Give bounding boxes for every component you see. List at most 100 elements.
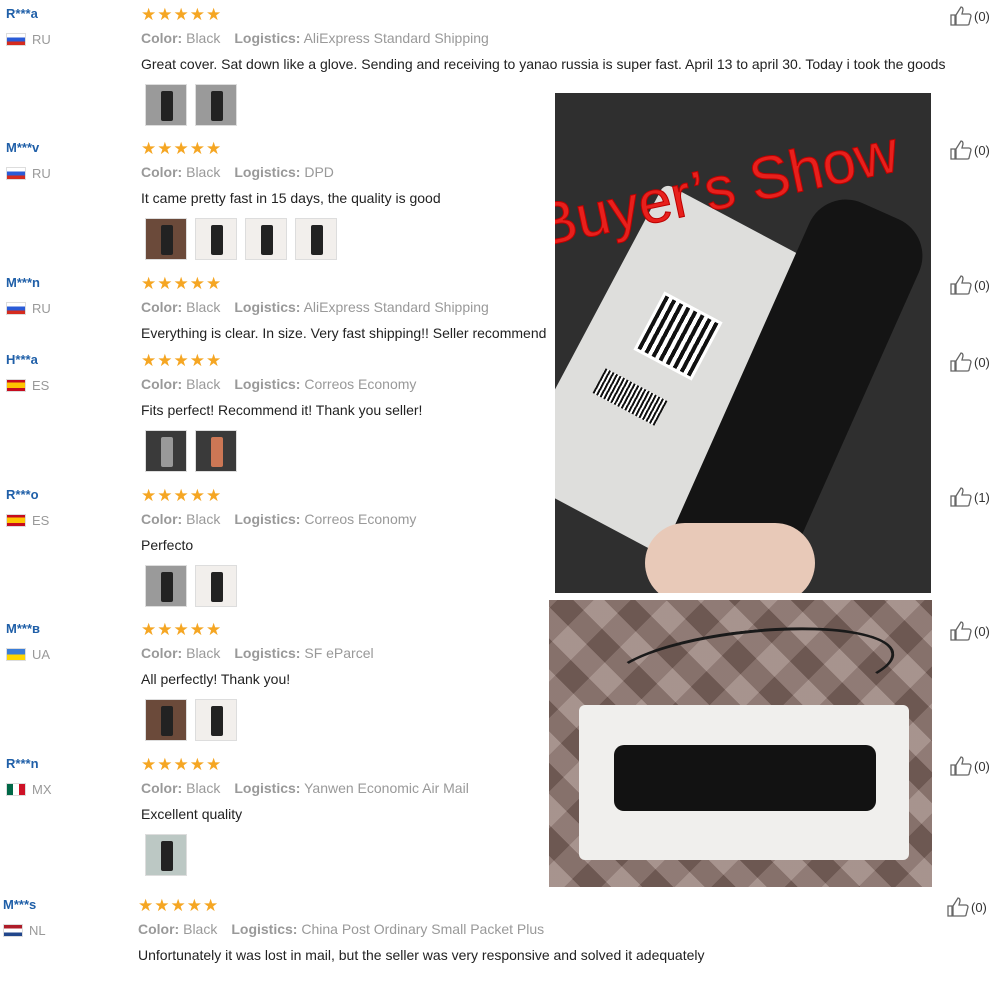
- reviewer-country: MX: [6, 782, 52, 797]
- rating-stars: ★★★★★: [141, 620, 223, 639]
- hand: [645, 523, 815, 593]
- rating-stars: ★★★★★: [141, 486, 223, 505]
- rating-stars: ★★★★★: [141, 755, 223, 774]
- review-meta: Color: Black Logistics: SF eParcel: [141, 645, 374, 661]
- review-photos: [145, 84, 237, 126]
- review-photos: [145, 565, 237, 607]
- review-photos: [145, 699, 237, 741]
- review-text: Fits perfect! Recommend it! Thank you se…: [141, 402, 423, 418]
- thumbs-up-icon: [950, 275, 972, 295]
- reviewer-name[interactable]: R***n: [6, 756, 39, 771]
- flag-mx-icon: [6, 783, 26, 796]
- review-photo-thumb[interactable]: [295, 218, 337, 260]
- review-meta: Color: Black Logistics: AliExpress Standa…: [141, 30, 489, 46]
- review-text: Everything is clear. In size. Very fast …: [141, 325, 547, 341]
- country-code: RU: [32, 301, 51, 316]
- helpful-button[interactable]: (0): [947, 897, 987, 917]
- helpful-button[interactable]: (0): [950, 621, 990, 641]
- thumbs-up-icon: [950, 352, 972, 372]
- reviewer-name[interactable]: R***o: [6, 487, 39, 502]
- review-meta: Color: Black Logistics: DPD: [141, 164, 334, 180]
- reviewer-country: RU: [6, 32, 51, 47]
- remote-cover: [614, 745, 876, 811]
- helpful-button[interactable]: (0): [950, 6, 990, 26]
- review-text: It came pretty fast in 15 days, the qual…: [141, 190, 441, 206]
- rating-stars: ★★★★★: [141, 5, 223, 24]
- helpful-button[interactable]: (0): [950, 140, 990, 160]
- country-code: ES: [32, 513, 50, 528]
- review-text: Perfecto: [141, 537, 194, 553]
- like-count: (0): [974, 758, 990, 774]
- review-meta: Color: Black Logistics: China Post Ordina…: [138, 921, 545, 937]
- review-photo-thumb[interactable]: [195, 430, 237, 472]
- flag-ru-icon: [6, 167, 26, 180]
- reviewer-country: UA: [6, 647, 50, 662]
- flag-es-icon: [6, 514, 26, 527]
- helpful-button[interactable]: (0): [950, 352, 990, 372]
- like-count: (0): [974, 142, 990, 158]
- reviewer-country: ES: [6, 513, 49, 528]
- review-photo-thumb[interactable]: [195, 699, 237, 741]
- like-count: (1): [974, 489, 990, 505]
- helpful-button[interactable]: (0): [950, 756, 990, 776]
- like-count: (0): [974, 623, 990, 639]
- reviewer-country: RU: [6, 166, 51, 181]
- thumbs-up-icon: [950, 487, 972, 507]
- reviewer-name[interactable]: M***в: [6, 621, 40, 636]
- thumbs-up-icon: [950, 756, 972, 776]
- thumbs-up-icon: [950, 140, 972, 160]
- reviewer-country: RU: [6, 301, 51, 316]
- reviewer-name[interactable]: R***a: [6, 6, 38, 21]
- like-count: (0): [974, 8, 990, 24]
- like-count: (0): [974, 354, 990, 370]
- flag-ru-icon: [6, 33, 26, 46]
- rating-stars: ★★★★★: [141, 351, 223, 370]
- review-photo-thumb[interactable]: [245, 218, 287, 260]
- flag-ua-icon: [6, 648, 26, 661]
- reviewer-name[interactable]: M***n: [6, 275, 40, 290]
- flag-nl-icon: [3, 924, 23, 937]
- review-meta: Color: Black Logistics: Correos Economy: [141, 376, 417, 392]
- review-photo-thumb[interactable]: [145, 699, 187, 741]
- rating-stars: ★★★★★: [141, 139, 223, 158]
- reviewer-country: NL: [3, 923, 46, 938]
- thumbs-up-icon: [950, 621, 972, 641]
- flag-ru-icon: [6, 302, 26, 315]
- country-code: RU: [32, 166, 51, 181]
- reviewer-name[interactable]: M***s: [3, 897, 36, 912]
- review-photo-thumb[interactable]: [195, 84, 237, 126]
- country-code: RU: [32, 32, 51, 47]
- country-code: NL: [29, 923, 46, 938]
- helpful-button[interactable]: (1): [950, 487, 990, 507]
- review-photo-thumb[interactable]: [195, 565, 237, 607]
- review-photos: [145, 218, 337, 260]
- reviewer-name[interactable]: H***a: [6, 352, 38, 367]
- helpful-button[interactable]: (0): [950, 275, 990, 295]
- thumbs-up-icon: [950, 6, 972, 26]
- review-photo-thumb[interactable]: [145, 565, 187, 607]
- review-text: All perfectly! Thank you!: [141, 671, 291, 687]
- review-meta: Color: Black Logistics: Correos Economy: [141, 511, 417, 527]
- like-count: (0): [974, 277, 990, 293]
- reviewer-country: ES: [6, 378, 49, 393]
- review-text: Unfortunately it was lost in mail, but t…: [138, 947, 705, 963]
- review-photo-thumb[interactable]: [145, 834, 187, 876]
- buyer-show-photo-carpet: [549, 600, 932, 887]
- country-code: UA: [32, 647, 51, 662]
- flag-es-icon: [6, 379, 26, 392]
- country-code: ES: [32, 378, 50, 393]
- buyer-show-photo-package: Buyer’s Show: [555, 93, 931, 593]
- review-photo-thumb[interactable]: [145, 430, 187, 472]
- review-photo-thumb[interactable]: [195, 218, 237, 260]
- thumbs-up-icon: [947, 897, 969, 917]
- review-text: Great cover. Sat down like a glove. Send…: [141, 56, 946, 72]
- country-code: MX: [32, 782, 52, 797]
- rating-stars: ★★★★★: [138, 896, 220, 915]
- review-text: Excellent quality: [141, 806, 243, 822]
- review-photo-thumb[interactable]: [145, 84, 187, 126]
- review-meta: Color: Black Logistics: Yanwen Economic A…: [141, 780, 469, 796]
- review-photo-thumb[interactable]: [145, 218, 187, 260]
- reviewer-name[interactable]: M***v: [6, 140, 39, 155]
- like-count: (0): [971, 899, 987, 915]
- review-photos: [145, 834, 187, 876]
